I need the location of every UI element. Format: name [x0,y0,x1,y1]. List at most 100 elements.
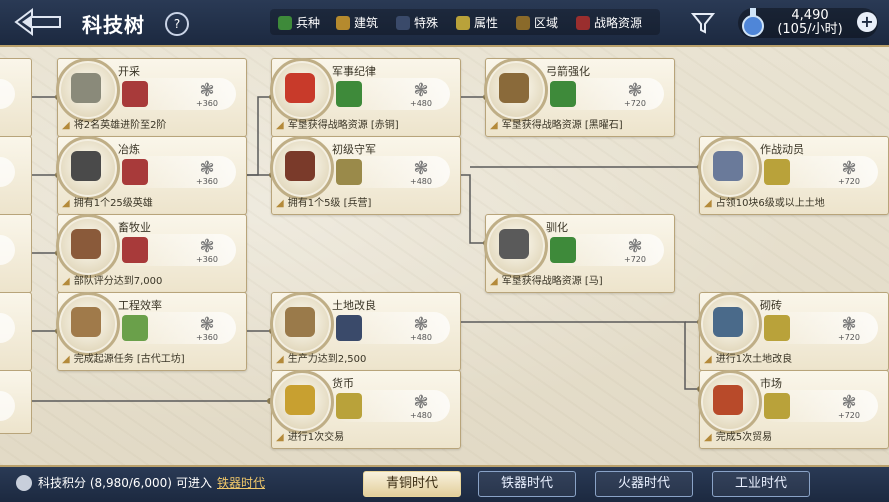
offscreen-node[interactable] [0,370,32,434]
legend-buildings: 建筑 [336,14,378,31]
tech-art-icon [698,370,762,434]
tech-illustration [499,73,529,103]
tech-node[interactable]: 冶炼 ❃ +360 ◢ 拥有1个25级英雄 [56,136,247,215]
enter-label: 可进入 [176,476,213,490]
tech-art-icon [270,136,334,200]
tech-illustration [713,307,743,337]
tech-node[interactable]: 开采 ❃ +360 ◢ 将2名英雄进阶至2阶 [56,58,247,137]
tech-points: +720 [838,333,860,342]
condition-arrow-icon: ◢ [490,276,498,287]
tech-name: 砌砖 [760,299,782,312]
flask-icon [742,8,764,37]
tech-node[interactable]: 作战动员 ❃ +720 ◢ 占领10块6级或以上土地 [698,136,889,215]
tech-score: 科技积分 (8,980/6,000) [16,474,172,491]
offscreen-node[interactable] [0,58,32,137]
tech-node[interactable]: 弓箭强化 ❃ +720 ◢ 军垦获得战略资源 [黑曜石] [484,58,675,137]
tech-illustration [285,385,315,415]
tech-art-icon [56,214,120,278]
resource-icon [764,393,790,419]
tech-name: 开采 [118,65,140,78]
unlock-condition: ◢ 军垦获得战略资源 [赤铜] [276,120,399,131]
condition-arrow-icon: ◢ [490,120,498,131]
filter-icon[interactable] [690,10,716,36]
page-title: 科技树 [82,13,145,37]
legend-strategic-resource: 战略资源 [576,14,642,31]
troops-color-icon [278,16,292,30]
add-points-button[interactable]: + [857,12,877,32]
resource-icon [336,393,362,419]
resource-icon [336,81,362,107]
tab-bronze-age[interactable]: 青铜时代 [363,471,461,497]
legend-region: 区域 [516,14,558,31]
unlock-condition: ◢ 将2名英雄进阶至2阶 [62,120,167,131]
tech-art-icon [270,58,334,122]
resource-icon [336,315,362,341]
attributes-color-icon [456,16,470,30]
tech-art-icon [56,58,120,122]
tab-iron-age[interactable]: 铁器时代 [478,471,576,497]
tech-name: 驯化 [546,221,568,234]
unlock-condition: ◢ 完成起源任务 [古代工坊] [62,354,185,365]
condition-arrow-icon: ◢ [62,120,70,131]
tab-firearm-age[interactable]: 火器时代 [595,471,693,497]
back-icon[interactable] [14,8,62,36]
unlock-condition: ◢ 拥有1个25级英雄 [62,198,153,209]
tech-name: 冶炼 [118,143,140,156]
tech-illustration [713,151,743,181]
tech-points: +360 [196,255,218,264]
tech-art-icon [270,292,334,356]
tech-points: +480 [410,99,432,108]
tech-points: +480 [410,177,432,186]
tech-art-icon [56,292,120,356]
unlock-condition: ◢ 生产力达到2,500 [276,354,367,365]
tech-node[interactable]: 土地改良 ❃ +480 ◢ 生产力达到2,500 [270,292,461,371]
tech-name: 工程效率 [118,299,162,312]
condition-arrow-icon: ◢ [276,198,284,209]
tech-illustration [285,307,315,337]
tech-art-icon [56,136,120,200]
tech-name: 货币 [332,377,354,390]
tech-points: +720 [624,255,646,264]
offscreen-node[interactable] [0,214,32,293]
tech-points: +360 [196,177,218,186]
tech-art-icon [270,370,334,434]
tab-industrial-age[interactable]: 工业时代 [712,471,810,497]
condition-arrow-icon: ◢ [62,198,70,209]
condition-arrow-icon: ◢ [276,120,284,131]
tech-node[interactable]: 砌砖 ❃ +720 ◢ 进行1次土地改良 [698,292,889,371]
tech-node[interactable]: 工程效率 ❃ +360 ◢ 完成起源任务 [古代工坊] [56,292,247,371]
legend-attributes: 属性 [456,14,498,31]
tech-node[interactable]: 初级守军 ❃ +480 ◢ 拥有1个5级 [兵营] [270,136,461,215]
unlock-condition: ◢ 拥有1个5级 [兵营] [276,198,372,209]
tech-node[interactable]: 畜牧业 ❃ +360 ◢ 部队评分达到7,000 [56,214,247,293]
unlock-condition: ◢ 军垦获得战略资源 [马] [490,276,603,287]
tech-points-value: 4,490 (105/小时) [777,8,843,37]
condition-arrow-icon: ◢ [276,354,284,365]
tech-illustration [71,307,101,337]
tech-name: 畜牧业 [118,221,151,234]
tech-illustration [285,151,315,181]
unlock-condition: ◢ 部队评分达到7,000 [62,276,163,287]
next-era-link[interactable]: 铁器时代 [217,474,265,491]
resource-icon [122,81,148,107]
offscreen-node[interactable] [0,292,32,371]
tech-node[interactable]: 驯化 ❃ +720 ◢ 军垦获得战略资源 [马] [484,214,675,293]
tech-node[interactable]: 军事纪律 ❃ +480 ◢ 军垦获得战略资源 [赤铜] [270,58,461,137]
tech-node[interactable]: 货币 ❃ +480 ◢ 进行1次交易 [270,370,461,449]
tech-node[interactable]: 市场 ❃ +720 ◢ 完成5次贸易 [698,370,889,449]
help-button[interactable]: ? [165,12,189,36]
unlock-condition: ◢ 完成5次贸易 [704,432,773,443]
tech-illustration [71,151,101,181]
unlock-condition: ◢ 占领10块6级或以上土地 [704,198,825,209]
strategic-resource-color-icon [576,16,590,30]
resource-icon [764,159,790,185]
unlock-condition: ◢ 进行1次交易 [276,432,345,443]
resource-icon [550,237,576,263]
resource-icon [122,237,148,263]
tech-illustration [285,73,315,103]
special-color-icon [396,16,410,30]
tech-name: 军事纪律 [332,65,376,78]
offscreen-node[interactable] [0,136,32,215]
tech-art-icon [698,292,762,356]
resource-icon [336,159,362,185]
